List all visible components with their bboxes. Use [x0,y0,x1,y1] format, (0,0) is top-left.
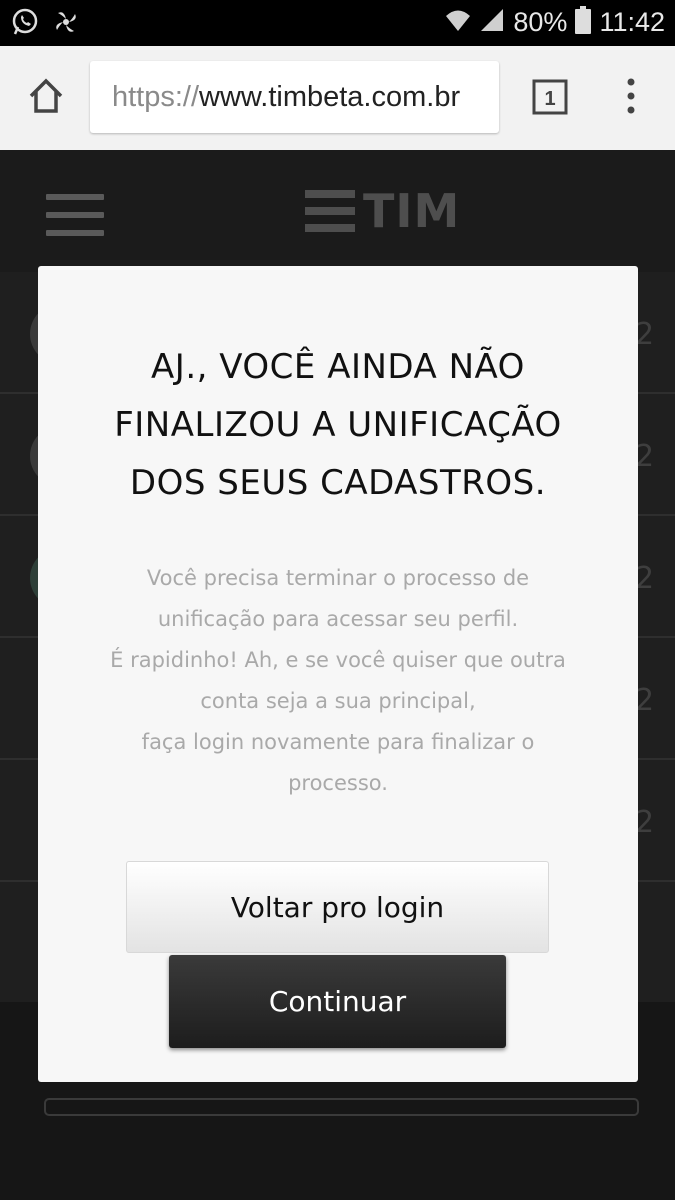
cellular-signal-icon [479,7,505,37]
description-line: conta seja a sua principal, [200,689,476,713]
browser-toolbar: https://www.timbeta.com.br 1 [0,46,675,150]
tim-logo: TIM [305,184,460,238]
tab-count: 1 [544,88,555,110]
description-line: faça login novamente para finalizar o [141,730,535,754]
battery-icon [575,6,592,38]
continue-button[interactable]: Continuar [169,955,506,1048]
whatsapp-icon [10,7,40,41]
overflow-menu-icon[interactable] [620,76,642,116]
url-host: www.timbeta.com.br [199,81,461,113]
status-bar: 80% 11:42 [0,0,675,46]
url-scheme: https:// [112,81,200,113]
home-icon[interactable] [26,76,66,116]
address-bar[interactable]: https://www.timbeta.com.br [90,61,499,133]
unification-modal: AJ., VOCÊ AINDA NÃO FINALIZOU A UNIFICAÇ… [38,266,638,1082]
tim-logo-text: TIM [363,184,461,238]
tim-logo-bars [305,190,355,232]
modal-description: Você precisa terminar o processo de unif… [48,558,628,804]
tab-switcher-button[interactable]: 1 [532,79,568,115]
back-to-login-button[interactable]: Voltar pro login [126,861,549,953]
description-line: unificação para acessar seu perfil. [157,607,519,631]
description-line: É rapidinho! Ah, e se você quiser que ou… [110,648,566,672]
progress-bar [44,1098,639,1116]
description-line: Você precisa terminar o processo de [146,566,530,590]
modal-title: AJ., VOCÊ AINDA NÃO FINALIZOU A UNIFICAÇ… [114,347,562,503]
clock: 11:42 [599,6,665,37]
wifi-icon [445,7,471,37]
site-header: TIM [0,150,675,272]
description-line: processo. [288,771,388,795]
battery-percentage: 80% [513,6,568,37]
hamburger-menu-icon[interactable] [46,194,104,238]
pinwheel-icon [52,7,80,41]
